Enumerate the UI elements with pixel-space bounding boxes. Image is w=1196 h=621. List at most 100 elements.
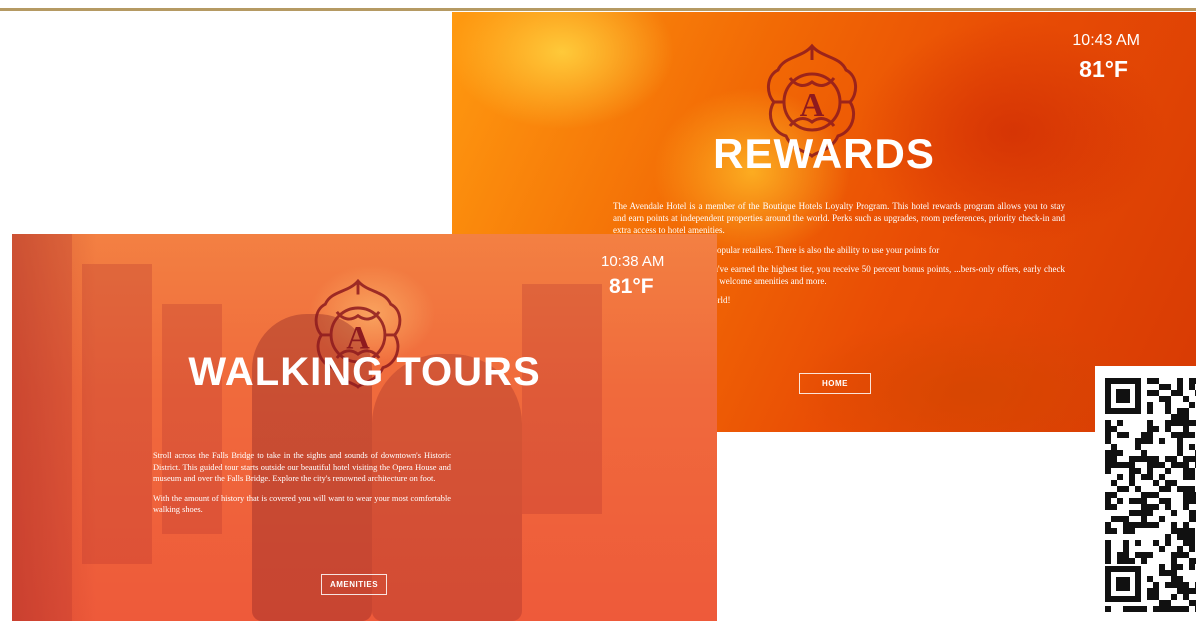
qr-module (1177, 378, 1183, 384)
qr-module (1129, 528, 1135, 534)
qr-module (1105, 420, 1111, 426)
qr-module (1135, 510, 1141, 516)
qr-module (1153, 492, 1159, 498)
qr-module (1147, 504, 1153, 510)
qr-module (1129, 510, 1135, 516)
qr-module (1165, 456, 1171, 462)
qr-module (1135, 444, 1141, 450)
qr-module (1159, 396, 1165, 402)
qr-module (1177, 432, 1183, 438)
qr-module (1123, 552, 1129, 558)
qr-module (1189, 474, 1195, 480)
qr-module (1189, 468, 1195, 474)
qr-module (1153, 582, 1159, 588)
qr-module (1123, 558, 1129, 564)
qr-module (1141, 516, 1147, 522)
qr-module (1177, 384, 1183, 390)
qr-module (1177, 576, 1183, 582)
qr-module (1141, 510, 1147, 516)
qr-module (1105, 438, 1111, 444)
qr-module (1111, 450, 1117, 456)
qr-module (1117, 462, 1123, 468)
qr-module (1141, 606, 1147, 612)
qr-module (1171, 456, 1177, 462)
qr-module (1165, 498, 1171, 504)
qr-module (1123, 432, 1129, 438)
qr-module (1159, 570, 1165, 576)
qr-module (1135, 498, 1141, 504)
qr-module (1141, 498, 1147, 504)
qr-module (1141, 450, 1147, 456)
svg-text:A: A (800, 87, 825, 124)
qr-module (1135, 552, 1141, 558)
paragraph: Stroll across the Falls Bridge to take i… (153, 451, 451, 483)
qr-module (1189, 444, 1195, 450)
home-button[interactable]: HOME (799, 373, 871, 394)
qr-module (1153, 456, 1159, 462)
qr-module (1129, 468, 1135, 474)
qr-module (1183, 456, 1189, 462)
qr-module (1105, 522, 1111, 528)
qr-module (1105, 498, 1111, 504)
qr-module (1111, 480, 1117, 486)
amenities-button[interactable]: AMENITIES (321, 574, 387, 595)
qr-module (1183, 534, 1189, 540)
qr-module (1153, 588, 1159, 594)
qr-module (1147, 492, 1153, 498)
qr-module (1183, 522, 1189, 528)
qr-module (1183, 504, 1189, 510)
temperature: 81°F (1079, 56, 1128, 82)
qr-module (1159, 462, 1165, 468)
qr-module (1111, 504, 1117, 510)
qr-module (1165, 402, 1171, 408)
qr-module (1135, 540, 1141, 546)
qr-module (1153, 540, 1159, 546)
qr-code-graphic (1105, 378, 1196, 612)
qr-module (1183, 492, 1189, 498)
qr-module (1165, 534, 1171, 540)
background-building (82, 264, 152, 564)
qr-module (1147, 420, 1153, 426)
qr-module (1171, 552, 1177, 558)
qr-module (1171, 432, 1177, 438)
qr-module (1111, 528, 1117, 534)
qr-module (1129, 522, 1135, 528)
qr-module (1159, 438, 1165, 444)
qr-module (1165, 426, 1171, 432)
qr-module (1171, 582, 1177, 588)
qr-module (1153, 594, 1159, 600)
qr-module (1141, 456, 1147, 462)
qr-module (1123, 606, 1129, 612)
qr-module (1105, 450, 1111, 456)
qr-module (1105, 540, 1111, 546)
qr-module (1117, 486, 1123, 492)
qr-module (1147, 408, 1153, 414)
qr-module (1117, 558, 1123, 564)
qr-module (1105, 558, 1111, 564)
qr-module (1189, 492, 1195, 498)
qr-module (1147, 426, 1153, 432)
qr-module (1165, 540, 1171, 546)
qr-module (1189, 540, 1195, 546)
qr-module (1189, 456, 1195, 462)
qr-module (1171, 480, 1177, 486)
walking-tours-screen: 10:38 AM 81°F A WALKING TOURS Stroll acr… (12, 234, 717, 621)
top-divider-line (0, 8, 1196, 11)
qr-module (1183, 396, 1189, 402)
qr-module (1123, 522, 1129, 528)
qr-module (1171, 570, 1177, 576)
qr-module (1183, 414, 1189, 420)
qr-module (1177, 486, 1183, 492)
qr-module (1147, 588, 1153, 594)
qr-module (1177, 534, 1183, 540)
qr-module (1141, 558, 1147, 564)
qr-module (1171, 606, 1177, 612)
qr-module (1159, 546, 1165, 552)
qr-module (1135, 486, 1141, 492)
qr-module (1153, 390, 1159, 396)
qr-module (1171, 522, 1177, 528)
qr-module (1111, 516, 1117, 522)
qr-module (1165, 504, 1171, 510)
qr-module (1165, 606, 1171, 612)
page-title: WALKING TOURS (188, 350, 541, 394)
